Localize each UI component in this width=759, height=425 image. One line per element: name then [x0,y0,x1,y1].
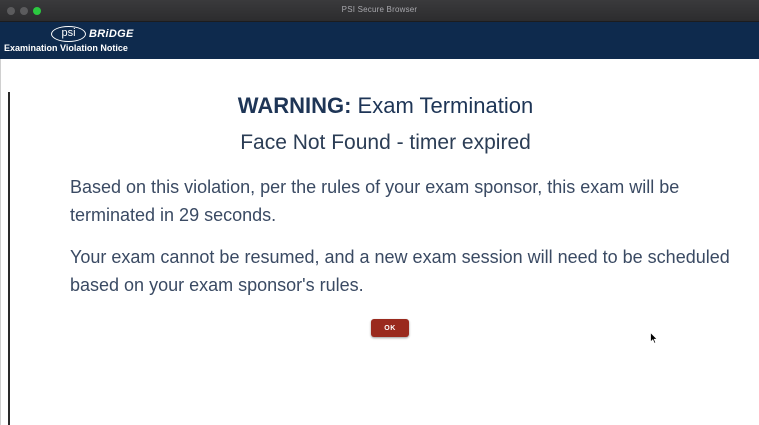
window-title: PSI Secure Browser [341,5,418,14]
violation-reason: Face Not Found - timer expired [240,131,531,154]
left-rail [0,59,12,425]
left-border-line [8,92,10,425]
psi-bridge-logo: psi BRiDGE [51,25,134,42]
warning-heading: WARNING: Exam Termination [12,93,759,119]
logo-bridge-text: BRiDGE [89,27,134,40]
warning-label: WARNING: [237,93,352,118]
app-header: psi BRiDGE Examination Violation Notice [0,22,759,59]
termination-message: Based on this violation, per the rules o… [70,177,680,225]
resume-message: Your exam cannot be resumed, and a new e… [70,247,730,295]
warning-text: Exam Termination [351,93,534,118]
left-divider [0,59,1,425]
logo-psi-text: psi [51,25,86,42]
notice-content: WARNING: Exam Termination Face Not Found… [12,59,759,425]
header-title: Examination Violation Notice [4,43,128,53]
mouse-cursor-icon [650,332,658,344]
window-titlebar: PSI Secure Browser [0,0,759,22]
ok-button[interactable]: OK [371,319,409,337]
